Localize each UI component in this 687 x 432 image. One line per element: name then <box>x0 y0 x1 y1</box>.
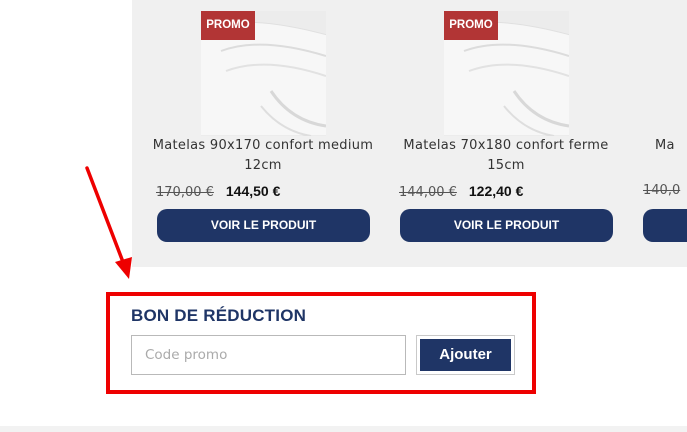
page: PROMO Matelas 90x170 confort medium 12cm… <box>0 0 687 432</box>
annotation-arrow <box>85 166 132 279</box>
footer-divider <box>0 426 687 432</box>
